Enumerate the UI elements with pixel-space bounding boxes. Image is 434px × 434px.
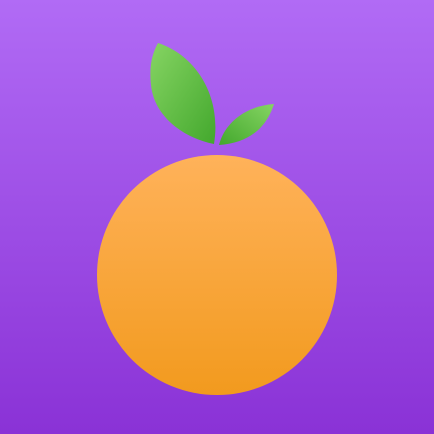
orange-fruit — [97, 155, 337, 395]
app-icon[interactable] — [0, 0, 434, 434]
app-icon-artwork — [0, 0, 434, 434]
